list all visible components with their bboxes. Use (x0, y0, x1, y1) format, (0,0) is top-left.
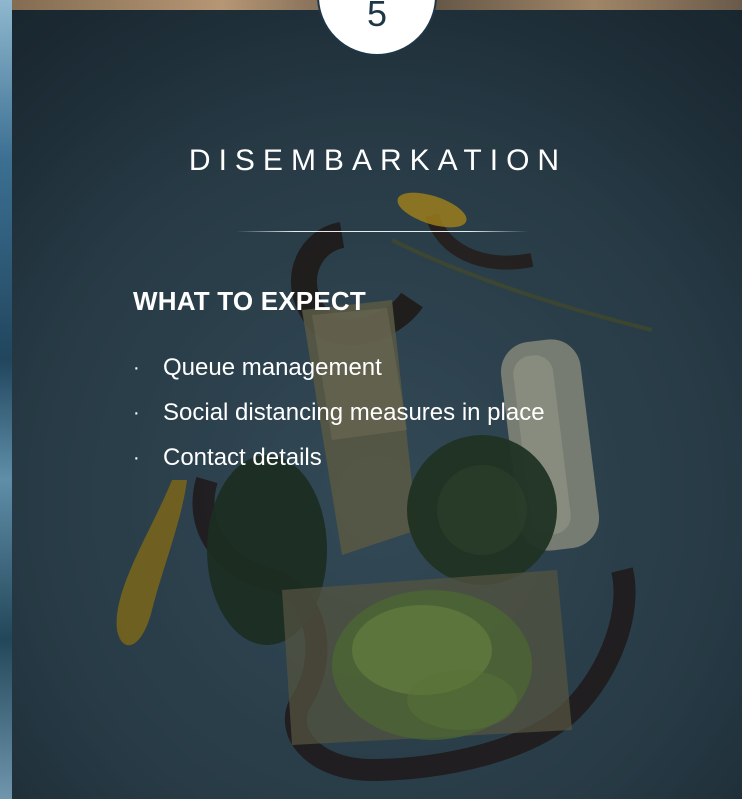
section-title: DISEMBARKATION (188, 144, 568, 177)
list-item: · Social distancing measures in place (133, 395, 545, 440)
bullet-icon: · (133, 357, 140, 379)
list-item: · Contact details (133, 440, 545, 485)
step-number: 5 (366, 0, 388, 34)
bullet-icon: · (133, 447, 140, 469)
bullet-icon: · (133, 402, 140, 424)
list-item-text: Queue management (163, 354, 382, 381)
list-item-text: Contact details (163, 444, 322, 471)
subtitle-heading: WHAT TO EXPECT (133, 286, 366, 316)
left-photo-strip (0, 0, 12, 799)
list-item: · Queue management (133, 350, 545, 395)
list-item-text: Social distancing measures in place (163, 399, 545, 426)
expectations-list: · Queue management · Social distancing m… (133, 350, 545, 485)
title-divider (236, 231, 528, 232)
